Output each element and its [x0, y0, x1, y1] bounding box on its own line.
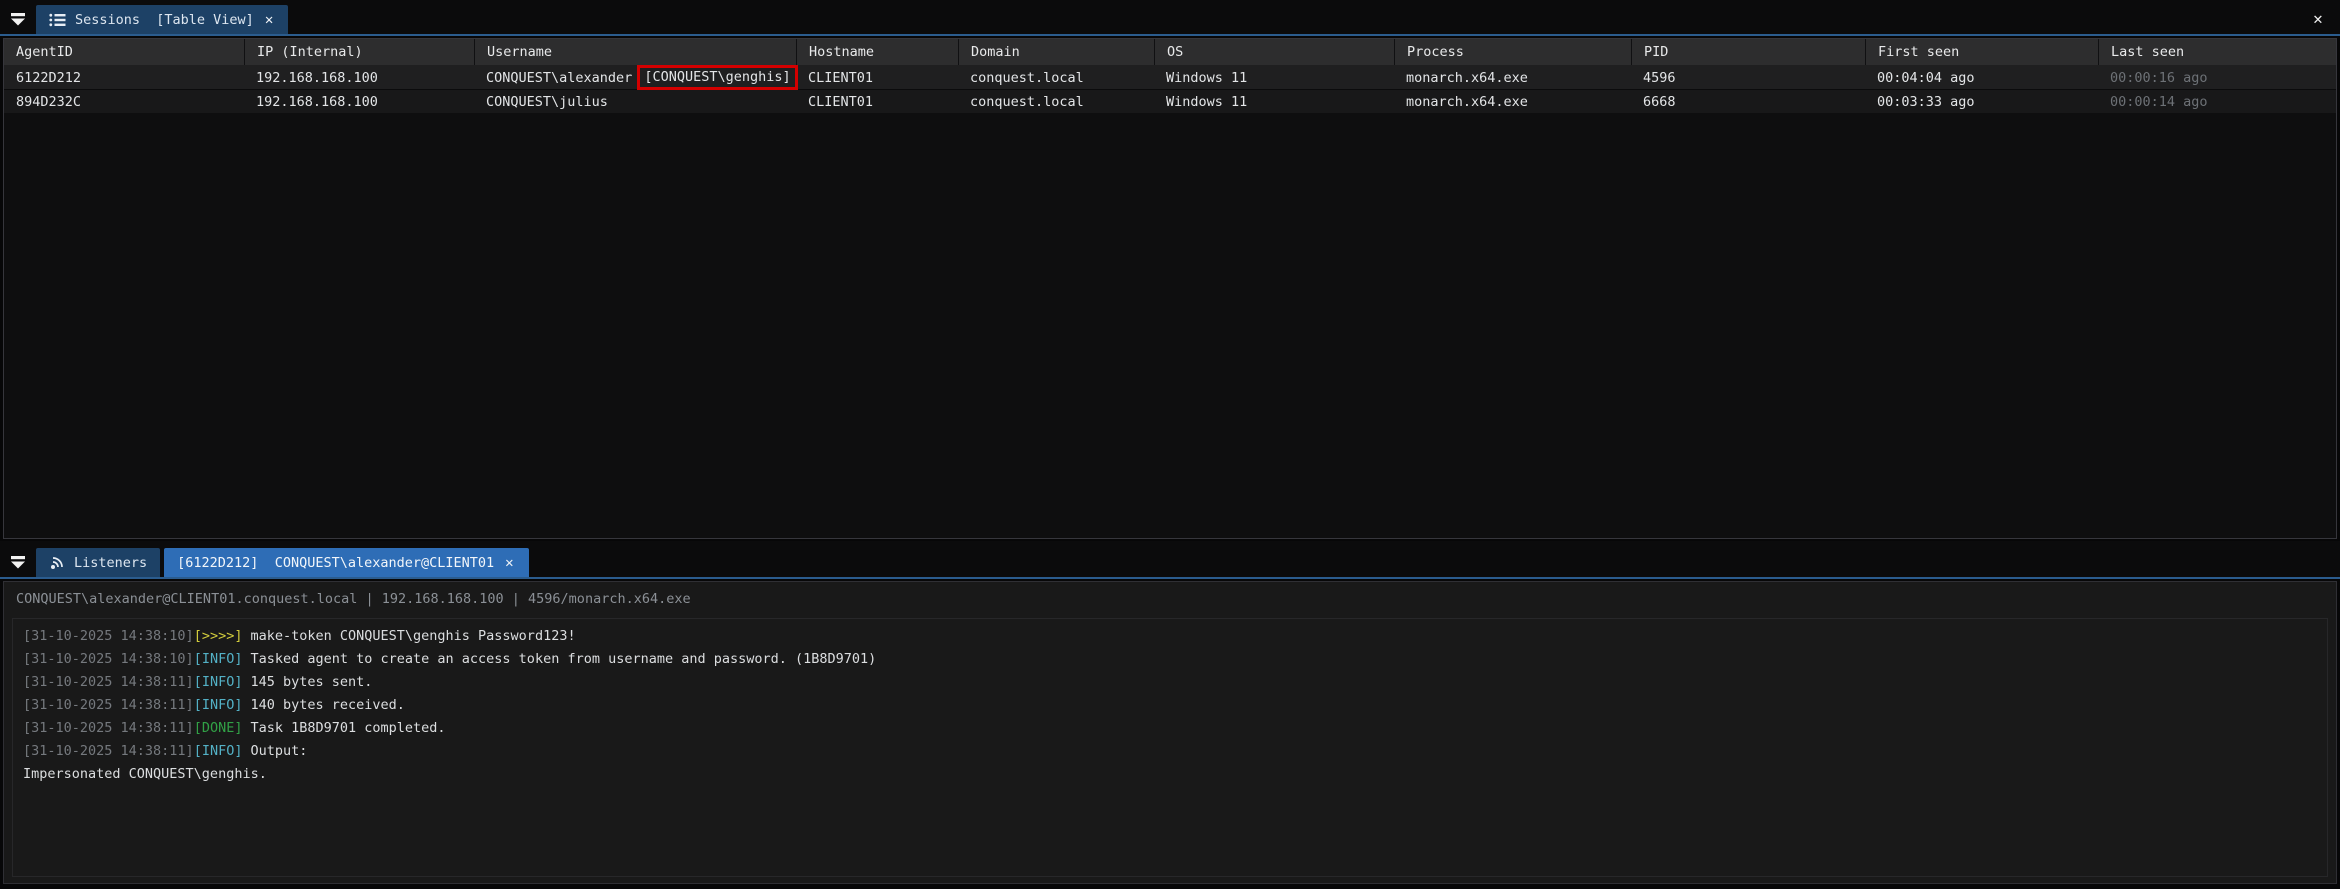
- cell-username: CONQUEST\julius: [474, 94, 796, 110]
- console-line: Impersonated CONQUEST\genghis.: [23, 763, 2317, 786]
- cell-hostname: CLIENT01: [796, 70, 958, 86]
- cell-agent-id: 894D232C: [4, 94, 244, 110]
- log-tag-prompt: [>>>>]: [194, 628, 243, 644]
- column-header-agentid: AgentID: [4, 39, 244, 65]
- tab-listeners-label: Listeners: [74, 555, 147, 571]
- console-log-output[interactable]: [31-10-2025 14:38:10][>>>>] make-token CO…: [12, 618, 2328, 877]
- log-tag-info: [INFO]: [194, 743, 243, 759]
- tab-close-icon[interactable]: ✕: [503, 555, 515, 571]
- log-timestamp: [31-10-2025 14:38:11]: [23, 720, 194, 736]
- column-header-pid: PID: [1631, 39, 1865, 65]
- log-timestamp: [31-10-2025 14:38:11]: [23, 697, 194, 713]
- log-message: 140 bytes received.: [250, 697, 404, 713]
- top-tab-bar: Sessions [Table View] ✕ ✕: [0, 0, 2340, 36]
- log-tag-info: [INFO]: [194, 674, 243, 690]
- cell-first-seen: 00:03:33 ago: [1865, 94, 2098, 110]
- column-header-domain: Domain: [958, 39, 1154, 65]
- log-message: Tasked agent to create an access token f…: [250, 651, 876, 667]
- cell-pid: 6668: [1631, 94, 1865, 110]
- column-header-hostname: Hostname: [796, 39, 958, 65]
- sessions-table-header: AgentID IP (Internal) Username Hostname …: [4, 39, 2336, 65]
- session-row-894D232C[interactable]: 894D232C 192.168.168.100 CONQUEST\julius…: [4, 89, 2336, 113]
- tab-session-console[interactable]: [6122D212] CONQUEST\alexander@CLIENT01 ✕: [164, 548, 528, 577]
- log-output-text: Impersonated CONQUEST\genghis.: [23, 766, 267, 782]
- tab-close-icon[interactable]: ✕: [263, 12, 275, 28]
- cell-last-seen: 00:00:14 ago: [2098, 94, 2336, 110]
- cell-domain: conquest.local: [958, 70, 1154, 86]
- column-header-username: Username: [474, 39, 796, 65]
- column-header-first-seen: First seen: [1865, 39, 2098, 65]
- cell-os: Windows 11: [1154, 94, 1394, 110]
- cell-ip: 192.168.168.100: [244, 94, 474, 110]
- cell-pid: 4596: [1631, 70, 1865, 86]
- agent-console-panel: CONQUEST\alexander@CLIENT01.conquest.loc…: [3, 581, 2337, 884]
- log-message: make-token CONQUEST\genghis Password123!: [250, 628, 575, 644]
- log-message: Task 1B8D9701 completed.: [250, 720, 445, 736]
- tab-listeners[interactable]: Listeners: [36, 548, 160, 577]
- cell-os: Windows 11: [1154, 70, 1394, 86]
- log-timestamp: [31-10-2025 14:38:11]: [23, 743, 194, 759]
- cell-last-seen: 00:00:16 ago: [2098, 70, 2336, 86]
- column-header-process: Process: [1394, 39, 1631, 65]
- sessions-table-panel: AgentID IP (Internal) Username Hostname …: [3, 38, 2337, 539]
- filter-icon[interactable]: [3, 548, 33, 576]
- log-tag-done: [DONE]: [194, 720, 243, 736]
- console-line: [31-10-2025 14:38:11][INFO] 145 bytes sen…: [23, 671, 2317, 694]
- session-row-6122D212[interactable]: 6122D212 192.168.168.100 CONQUEST\alexan…: [4, 65, 2336, 89]
- console-line: [31-10-2025 14:38:10][>>>>] make-token CO…: [23, 625, 2317, 648]
- cell-process: monarch.x64.exe: [1394, 70, 1631, 86]
- console-session-header: CONQUEST\alexander@CLIENT01.conquest.loc…: [4, 582, 2336, 612]
- log-timestamp: [31-10-2025 14:38:10]: [23, 628, 194, 644]
- column-header-last-seen: Last seen: [2098, 39, 2336, 65]
- cell-domain: conquest.local: [958, 94, 1154, 110]
- cell-agent-id: 6122D212: [4, 70, 244, 86]
- log-message: Output:: [250, 743, 307, 759]
- cell-first-seen: 00:04:04 ago: [1865, 70, 2098, 86]
- log-tag-info: [INFO]: [194, 697, 243, 713]
- cell-process: monarch.x64.exe: [1394, 94, 1631, 110]
- console-line: [31-10-2025 14:38:10][INFO] Tasked agent …: [23, 648, 2317, 671]
- impersonated-token-annotation: [CONQUEST\genghis]: [637, 65, 797, 90]
- console-line: [31-10-2025 14:38:11][DONE] Task 1B8D9701…: [23, 717, 2317, 740]
- column-header-os: OS: [1154, 39, 1394, 65]
- panel-close-icon[interactable]: ✕: [2306, 7, 2330, 29]
- bottom-tab-bar: Listeners [6122D212] CONQUEST\alexander@…: [0, 541, 2340, 579]
- tab-sessions-label: Sessions [Table View]: [75, 12, 254, 28]
- tab-sessions-table-view[interactable]: Sessions [Table View] ✕: [36, 5, 288, 34]
- log-timestamp: [31-10-2025 14:38:10]: [23, 651, 194, 667]
- username-text: CONQUEST\alexander: [486, 70, 632, 86]
- console-line: [31-10-2025 14:38:11][INFO] 140 bytes rec…: [23, 694, 2317, 717]
- broadcast-icon: [49, 555, 65, 571]
- filter-icon[interactable]: [3, 5, 33, 33]
- cell-username: CONQUEST\alexander [CONQUEST\genghis]: [474, 65, 796, 90]
- log-tag-info: [INFO]: [194, 651, 243, 667]
- cell-ip: 192.168.168.100: [244, 70, 474, 86]
- list-icon: [49, 13, 66, 27]
- log-message: 145 bytes sent.: [250, 674, 372, 690]
- column-header-ip: IP (Internal): [244, 39, 474, 65]
- console-line: [31-10-2025 14:38:11][INFO] Output:: [23, 740, 2317, 763]
- cell-hostname: CLIENT01: [796, 94, 958, 110]
- tab-session-console-label: [6122D212] CONQUEST\alexander@CLIENT01: [177, 555, 494, 571]
- log-timestamp: [31-10-2025 14:38:11]: [23, 674, 194, 690]
